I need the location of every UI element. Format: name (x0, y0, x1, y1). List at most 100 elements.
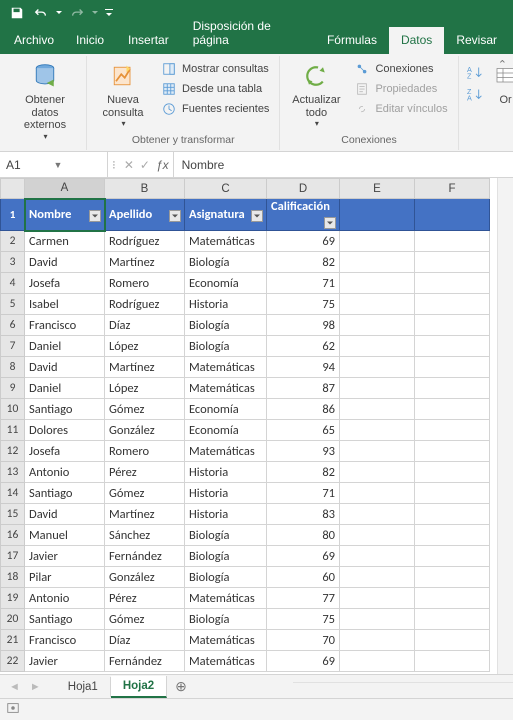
cell[interactable]: Economía (185, 399, 267, 420)
select-all-corner[interactable] (1, 179, 25, 199)
cell[interactable] (415, 609, 490, 630)
cell[interactable]: Carmen (25, 231, 105, 252)
cell[interactable] (415, 420, 490, 441)
cell[interactable] (340, 252, 415, 273)
cell[interactable] (415, 378, 490, 399)
cell[interactable]: Fernández (105, 651, 185, 672)
cell[interactable]: David (25, 252, 105, 273)
cell[interactable] (340, 315, 415, 336)
cell[interactable]: Daniel (25, 378, 105, 399)
row-header-21[interactable]: 21 (1, 630, 25, 651)
collapse-ribbon-icon[interactable]: ⌃ (498, 58, 507, 71)
cell[interactable] (415, 588, 490, 609)
cell[interactable]: 77 (267, 588, 340, 609)
cell[interactable] (415, 336, 490, 357)
cell[interactable] (415, 252, 490, 273)
connections-button[interactable]: Conexiones (350, 60, 451, 78)
filter-icon[interactable] (323, 216, 337, 230)
cell[interactable] (340, 630, 415, 651)
cell[interactable] (415, 294, 490, 315)
row-header-12[interactable]: 12 (1, 441, 25, 462)
tab-revisar[interactable]: Revisar (444, 27, 509, 54)
cell[interactable] (340, 231, 415, 252)
cell[interactable]: Isabel (25, 294, 105, 315)
cell[interactable] (340, 357, 415, 378)
cell[interactable] (415, 483, 490, 504)
cell[interactable]: Biología (185, 315, 267, 336)
row-header-5[interactable]: 5 (1, 294, 25, 315)
cell[interactable] (340, 378, 415, 399)
cell[interactable] (415, 651, 490, 672)
get-external-data-button[interactable]: Obtener datos externos▾ (10, 58, 80, 143)
row-header-8[interactable]: 8 (1, 357, 25, 378)
row-header-11[interactable]: 11 (1, 420, 25, 441)
row-header-2[interactable]: 2 (1, 231, 25, 252)
name-box[interactable]: A1 ▼ (0, 152, 108, 177)
row-header-16[interactable]: 16 (1, 525, 25, 546)
col-header-F[interactable]: F (415, 179, 490, 199)
cell[interactable]: Santiago (25, 609, 105, 630)
tab-formulas[interactable]: Fórmulas (315, 27, 389, 54)
cell[interactable]: 69 (267, 651, 340, 672)
row-header-10[interactable]: 10 (1, 399, 25, 420)
redo-dropdown-icon[interactable] (90, 2, 100, 24)
undo-icon[interactable] (30, 2, 52, 24)
cell[interactable] (415, 567, 490, 588)
cell[interactable] (340, 199, 415, 231)
tab-datos[interactable]: Datos (389, 27, 444, 54)
header-cell[interactable]: Calificación (267, 199, 340, 231)
cell[interactable] (415, 199, 490, 231)
cell[interactable]: Josefa (25, 441, 105, 462)
cell[interactable] (340, 336, 415, 357)
from-table-button[interactable]: Desde una tabla (157, 80, 273, 98)
cell[interactable]: Martínez (105, 357, 185, 378)
tab-insertar[interactable]: Insertar (116, 27, 181, 54)
cell[interactable]: Matemáticas (185, 357, 267, 378)
cell[interactable]: 62 (267, 336, 340, 357)
cell[interactable]: Biología (185, 567, 267, 588)
cell[interactable]: Biología (185, 546, 267, 567)
row-header-6[interactable]: 6 (1, 315, 25, 336)
cell[interactable]: 93 (267, 441, 340, 462)
cell[interactable] (340, 651, 415, 672)
row-header-22[interactable]: 22 (1, 651, 25, 672)
save-icon[interactable] (6, 2, 28, 24)
fx-icon[interactable]: ƒx (156, 158, 169, 172)
cell[interactable] (340, 294, 415, 315)
cell[interactable]: Romero (105, 441, 185, 462)
cell[interactable]: Pérez (105, 588, 185, 609)
cell[interactable]: Biología (185, 252, 267, 273)
cell[interactable]: Santiago (25, 483, 105, 504)
cell[interactable]: Dolores (25, 420, 105, 441)
row-header-1[interactable]: 1 (1, 199, 25, 231)
sheet-nav-prev-icon[interactable]: ◄ (4, 681, 25, 693)
cell[interactable]: 80 (267, 525, 340, 546)
cell[interactable]: López (105, 378, 185, 399)
row-header-13[interactable]: 13 (1, 462, 25, 483)
cell[interactable]: Matemáticas (185, 378, 267, 399)
cell[interactable]: Historia (185, 294, 267, 315)
cell[interactable]: Santiago (25, 399, 105, 420)
cell[interactable]: Rodríguez (105, 294, 185, 315)
cell[interactable]: Daniel (25, 336, 105, 357)
row-header-3[interactable]: 3 (1, 252, 25, 273)
cell[interactable] (340, 483, 415, 504)
macro-record-icon[interactable] (6, 701, 20, 718)
cell[interactable]: Javier (25, 651, 105, 672)
cell[interactable] (415, 273, 490, 294)
cell[interactable]: Manuel (25, 525, 105, 546)
cell[interactable]: Díaz (105, 630, 185, 651)
col-header-C[interactable]: C (185, 179, 267, 199)
sheet-tab-hoja1[interactable]: Hoja1 (56, 677, 111, 697)
qat-customize-icon[interactable] (102, 2, 116, 24)
header-cell[interactable]: Nombre (25, 199, 105, 231)
cell[interactable]: 82 (267, 252, 340, 273)
cell[interactable] (340, 525, 415, 546)
filter-icon[interactable] (250, 209, 264, 223)
filter-icon[interactable] (168, 209, 182, 223)
row-header-17[interactable]: 17 (1, 546, 25, 567)
cell[interactable] (340, 588, 415, 609)
cell[interactable]: Economía (185, 420, 267, 441)
col-header-E[interactable]: E (340, 179, 415, 199)
cell[interactable]: Matemáticas (185, 651, 267, 672)
